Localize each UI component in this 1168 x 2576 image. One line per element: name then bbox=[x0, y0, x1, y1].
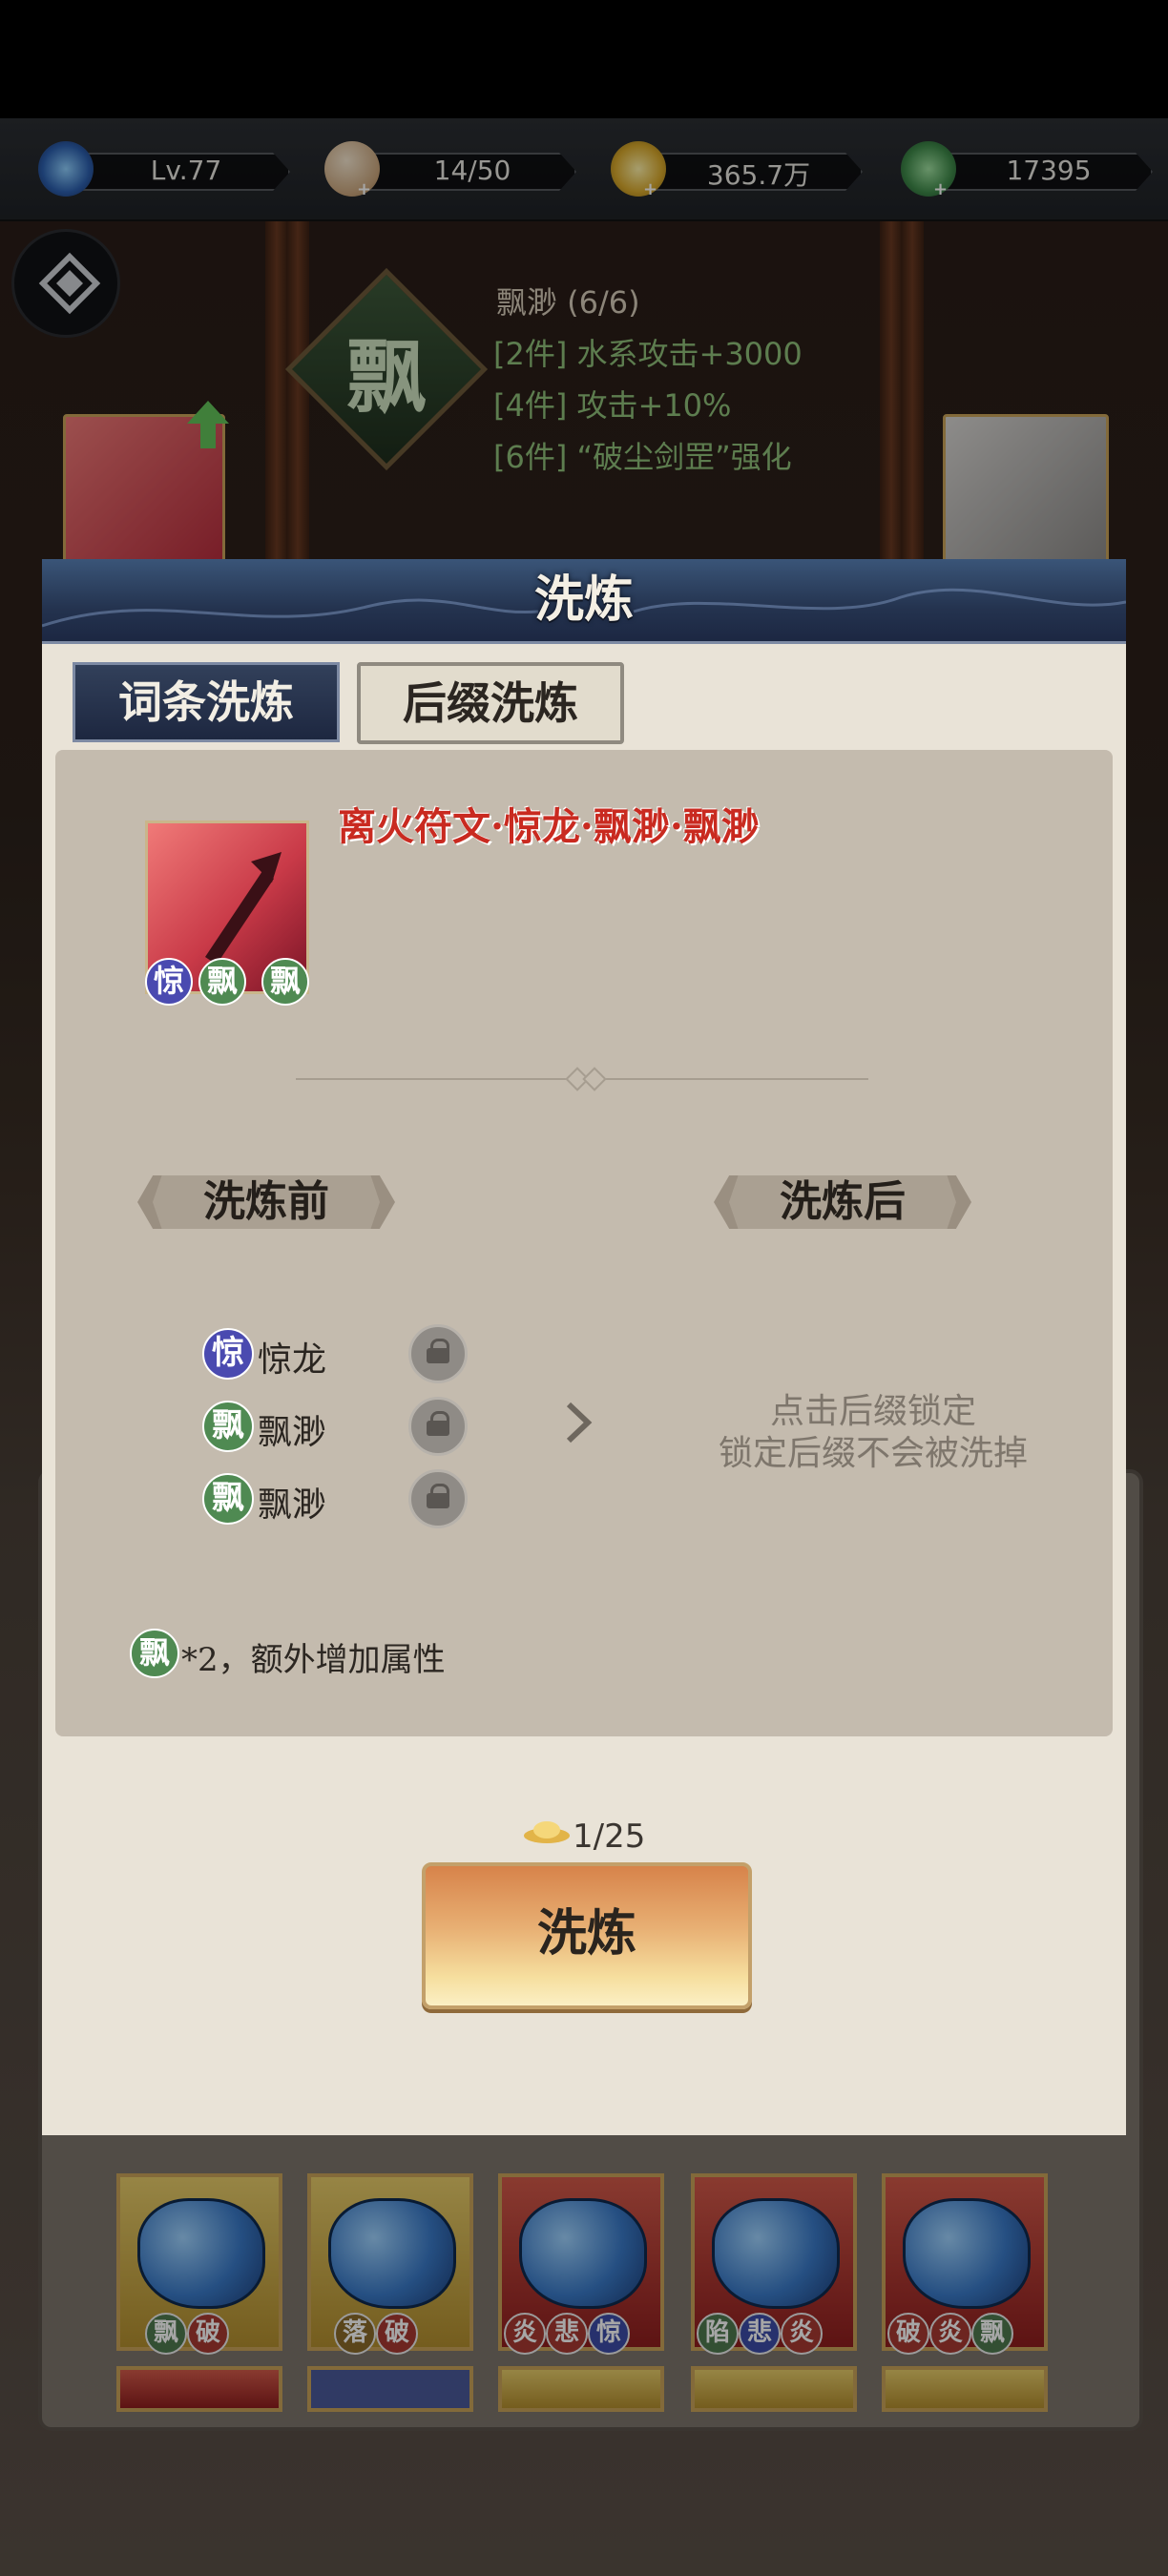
ingot-icon bbox=[524, 1821, 570, 1843]
lock-icon[interactable] bbox=[408, 1397, 468, 1456]
affix-name: 飘渺 bbox=[258, 1485, 327, 1525]
lock-icon[interactable] bbox=[408, 1469, 468, 1528]
affix-badge: 惊 bbox=[202, 1328, 254, 1380]
before-label: 洗炼前 bbox=[137, 1175, 395, 1229]
chevron-right-icon bbox=[566, 1402, 593, 1444]
tab-suffix-refine[interactable]: 后缀洗炼 bbox=[357, 662, 624, 744]
affix-name: 飘渺 bbox=[258, 1413, 327, 1452]
refine-button-label[interactable]: 洗炼 bbox=[422, 1862, 752, 2005]
item-badge: 飘 bbox=[261, 958, 309, 1006]
tab-entry-refine[interactable]: 词条洗炼 bbox=[73, 662, 340, 742]
bonus-badge: 飘 bbox=[130, 1629, 179, 1678]
affix-name: 惊龙 bbox=[258, 1340, 327, 1380]
item-badge: 惊 bbox=[145, 958, 193, 1006]
affix-badge: 飘 bbox=[202, 1401, 254, 1452]
hint-locked-kept: 锁定后缀不会被洗掉 bbox=[718, 1434, 1028, 1473]
after-label: 洗炼后 bbox=[714, 1175, 971, 1229]
affix-badge: 飘 bbox=[202, 1473, 254, 1525]
dialog-title: 洗炼 bbox=[533, 571, 634, 629]
bonus-text: *2，额外增加属性 bbox=[181, 1641, 446, 1679]
cost-text: 1/25 bbox=[573, 1818, 646, 1856]
item-name: 离火符文·惊龙·飘渺·飘渺 bbox=[338, 804, 760, 849]
lock-icon[interactable] bbox=[408, 1324, 468, 1383]
item-badge: 飘 bbox=[198, 958, 246, 1006]
